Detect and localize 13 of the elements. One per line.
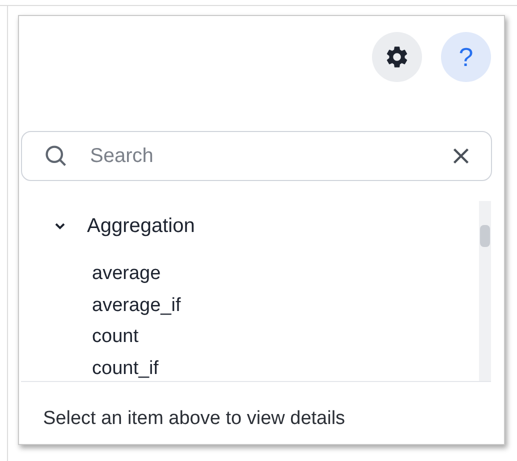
scrollbar-thumb[interactable] bbox=[480, 225, 490, 247]
settings-button[interactable] bbox=[372, 32, 422, 82]
help-button[interactable]: ? bbox=[441, 32, 491, 82]
list-item[interactable]: average_if bbox=[92, 290, 181, 321]
list-item[interactable]: count bbox=[92, 321, 138, 352]
settings-icon bbox=[384, 44, 410, 70]
list-item[interactable]: count_if bbox=[92, 352, 159, 381]
search-icon bbox=[43, 143, 69, 169]
search-field[interactable]: Search bbox=[21, 131, 492, 181]
close-icon[interactable] bbox=[452, 147, 470, 165]
group-header[interactable]: Aggregation bbox=[21, 201, 195, 241]
list-item[interactable]: average bbox=[92, 258, 161, 290]
details-hint: Select an item above to view details bbox=[43, 406, 346, 430]
